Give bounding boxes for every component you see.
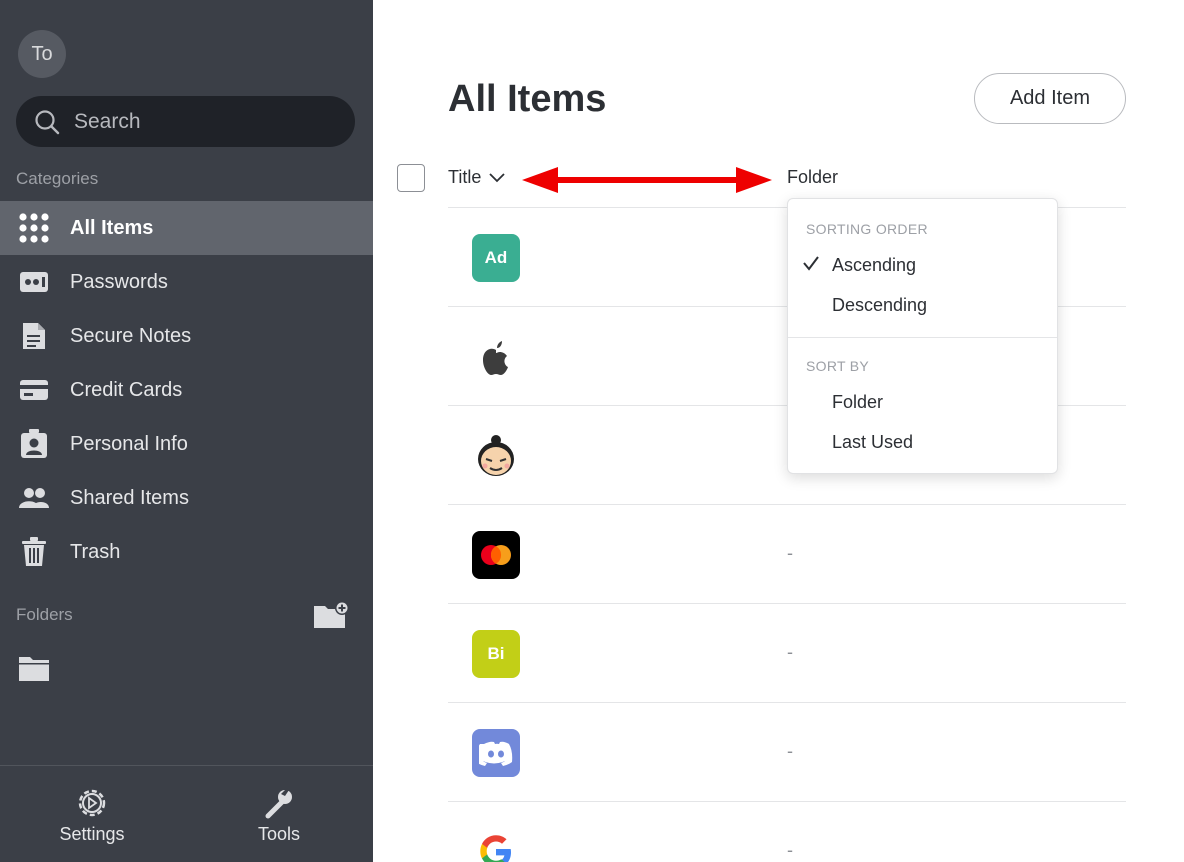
tools-label: Tools [257, 824, 301, 844]
folder-column-header[interactable]: Folder [787, 167, 838, 188]
sidebar: To Search Categories All Items Passwords… [0, 0, 373, 862]
sidebar-item-secure-notes[interactable]: Secure Notes [0, 309, 373, 363]
avatar-initials: To [31, 42, 53, 65]
tools-button[interactable]: Tools [219, 786, 339, 845]
sidebar-item-label: Passwords [70, 270, 168, 293]
add-folder-icon[interactable] [313, 600, 349, 630]
row-folder: - [787, 642, 793, 662]
folders-label: Folders [16, 605, 73, 624]
settings-label: Settings [59, 824, 125, 844]
sidebar-item-label: Secure Notes [70, 324, 192, 347]
people-icon [18, 482, 50, 514]
sort-by-folder-option[interactable]: Folder [832, 392, 883, 413]
credit-card-icon [18, 374, 50, 406]
sort-descending-option[interactable]: Descending [832, 295, 927, 316]
wrench-icon [265, 790, 292, 819]
sidebar-item-label: All Items [70, 216, 154, 239]
password-icon [18, 266, 50, 298]
avatar[interactable]: To [18, 30, 66, 78]
search-input[interactable]: Search [16, 96, 355, 147]
note-icon [18, 320, 50, 352]
row-folder: - [787, 840, 793, 860]
search-placeholder: Search [74, 109, 141, 133]
folder-icon[interactable] [18, 655, 50, 683]
item-logo: Ad [472, 234, 520, 282]
checkmark-icon [803, 256, 819, 271]
mastercard-icon [472, 531, 520, 579]
search-icon [35, 109, 60, 134]
sidebar-item-trash[interactable]: Trash [0, 525, 373, 579]
annotation-double-arrow [522, 167, 772, 193]
sort-ascending-option[interactable]: Ascending [832, 255, 916, 276]
row-folder: - [787, 741, 793, 761]
item-logo: Bi [472, 630, 520, 678]
apple-icon [472, 333, 520, 381]
chevron-down-icon [489, 172, 505, 182]
trash-icon [18, 536, 50, 568]
discord-icon [472, 729, 520, 777]
sidebar-item-label: Trash [70, 540, 121, 563]
sort-by-last-used-option[interactable]: Last Used [832, 432, 913, 453]
sorting-order-label: SORTING ORDER [806, 221, 928, 237]
categories-label: Categories [16, 169, 99, 188]
row-folder: - [787, 543, 793, 563]
select-all-checkbox[interactable] [397, 164, 425, 192]
google-icon [472, 828, 520, 862]
table-row[interactable]: Bi - [448, 604, 1126, 703]
sidebar-item-all-items[interactable]: All Items [0, 201, 373, 255]
sidebar-bottom-bar: Settings Tools [0, 765, 373, 862]
dropdown-divider [788, 337, 1057, 338]
gear-icon [78, 789, 106, 817]
table-row[interactable]: - [448, 505, 1126, 604]
title-column-header[interactable]: Title [448, 167, 505, 188]
table-row[interactable]: - [448, 802, 1126, 862]
settings-button[interactable]: Settings [32, 786, 152, 845]
add-item-button[interactable]: Add Item [974, 73, 1126, 124]
sort-dropdown-menu: SORTING ORDER Ascending Descending SORT … [787, 198, 1058, 474]
grid-icon [18, 212, 50, 244]
sidebar-item-label: Shared Items [70, 486, 189, 509]
page-title: All Items [448, 78, 607, 120]
title-column-label: Title [448, 167, 482, 187]
sidebar-item-personal-info[interactable]: Personal Info [0, 417, 373, 471]
sidebar-item-credit-cards[interactable]: Credit Cards [0, 363, 373, 417]
sidebar-item-shared-items[interactable]: Shared Items [0, 471, 373, 525]
sidebar-item-label: Credit Cards [70, 378, 183, 401]
table-row[interactable]: - [448, 703, 1126, 802]
id-card-icon [18, 428, 50, 460]
sort-by-label: SORT BY [806, 358, 870, 374]
sidebar-item-passwords[interactable]: Passwords [0, 255, 373, 309]
sumo-avatar-icon [472, 432, 520, 480]
sidebar-item-label: Personal Info [70, 432, 188, 455]
